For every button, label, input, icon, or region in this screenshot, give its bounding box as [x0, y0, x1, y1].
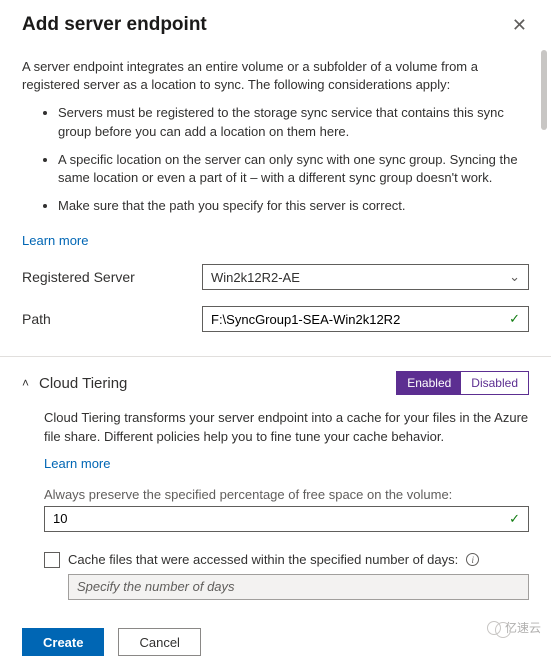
registered-server-select[interactable]: Win2k12R2-AE ⌄ [202, 264, 529, 290]
free-space-input[interactable]: ✓ [44, 506, 529, 532]
watermark-icon [487, 621, 501, 635]
intro-text: A server endpoint integrates an entire v… [22, 58, 529, 94]
scrollbar[interactable] [541, 50, 547, 130]
days-checkbox-label: Cache files that were accessed within th… [68, 552, 458, 567]
info-icon[interactable]: i [466, 553, 479, 566]
tiering-toggle[interactable]: Enabled Disabled [396, 371, 529, 395]
free-space-field[interactable] [53, 511, 509, 526]
page-title: Add server endpoint [22, 14, 207, 36]
days-checkbox[interactable] [44, 552, 60, 568]
chevron-down-icon: ⌄ [509, 269, 520, 285]
list-item: A specific location on the server can on… [58, 151, 529, 187]
tiering-enabled-button[interactable]: Enabled [397, 372, 461, 394]
cancel-button[interactable]: Cancel [118, 628, 200, 656]
free-space-label: Always preserve the specified percentage… [44, 487, 529, 502]
cloud-tiering-title: Cloud Tiering [39, 375, 127, 392]
watermark: 亿速云 [487, 619, 541, 636]
tiering-learn-more-link[interactable]: Learn more [44, 456, 110, 471]
path-field[interactable] [211, 312, 509, 327]
create-button[interactable]: Create [22, 628, 104, 656]
tiering-disabled-button[interactable]: Disabled [461, 372, 528, 394]
days-input[interactable] [68, 574, 529, 600]
divider [0, 356, 551, 357]
valid-check-icon: ✓ [509, 311, 520, 327]
list-item: Servers must be registered to the storag… [58, 104, 529, 140]
path-input[interactable]: ✓ [202, 306, 529, 332]
path-label: Path [22, 311, 202, 327]
tiering-description: Cloud Tiering transforms your server end… [44, 409, 529, 445]
close-icon[interactable]: ✕ [510, 14, 529, 36]
learn-more-link[interactable]: Learn more [22, 233, 529, 248]
registered-server-value: Win2k12R2-AE [211, 270, 300, 285]
chevron-up-icon[interactable]: ˄ [22, 376, 29, 390]
valid-check-icon: ✓ [509, 511, 520, 527]
days-field [77, 579, 520, 594]
considerations-list: Servers must be registered to the storag… [22, 104, 529, 225]
registered-server-label: Registered Server [22, 269, 202, 285]
list-item: Make sure that the path you specify for … [58, 197, 529, 215]
